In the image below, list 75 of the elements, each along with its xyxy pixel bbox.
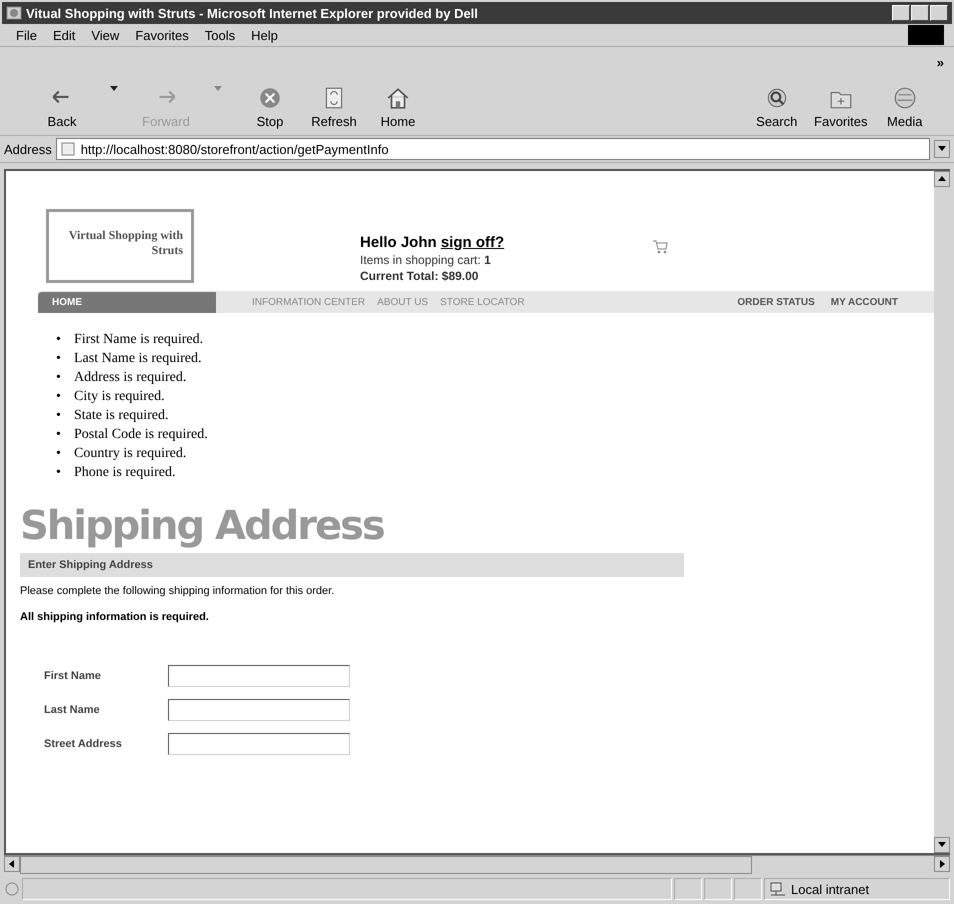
menu-item[interactable]: View xyxy=(85,26,126,44)
menu-item[interactable]: File xyxy=(10,26,43,44)
input-field[interactable] xyxy=(168,699,350,721)
minimize-button[interactable] xyxy=(892,5,910,21)
bullet: • xyxy=(56,445,62,463)
input-field[interactable] xyxy=(168,733,350,755)
menu-item[interactable]: Edit xyxy=(46,26,82,44)
menu-item[interactable]: Favorites xyxy=(129,26,195,44)
nav-link[interactable]: HOME xyxy=(38,292,216,312)
down-arrow-icon xyxy=(938,841,946,849)
window-title: Vitual Shopping with Struts - Microsoft Internet Explorer provided by Dell xyxy=(26,6,479,20)
bullet: • xyxy=(56,464,62,482)
error-message: Postal Code is required. xyxy=(74,426,208,444)
media-icon xyxy=(892,86,918,110)
section-header: Enter Shipping Address xyxy=(20,553,684,577)
maximize-button[interactable] xyxy=(911,5,929,21)
security-zone: Local intranet xyxy=(791,882,870,896)
cart-count: Items in shopping cart: 1 xyxy=(360,252,492,266)
refresh-button[interactable]: Refresh xyxy=(302,86,366,129)
error-message: City is required. xyxy=(74,388,165,406)
sign-off-link[interactable]: sign off? xyxy=(440,234,504,250)
address-label: Address xyxy=(4,142,52,156)
bullet: • xyxy=(56,350,62,368)
menu-item[interactable]: Tools xyxy=(198,26,242,44)
required-note: All shipping information is required. xyxy=(20,611,210,623)
error-message: Address is required. xyxy=(74,369,186,387)
bullet: • xyxy=(56,426,62,444)
current-total: Current Total: $89.00 xyxy=(360,268,480,282)
error-message: Phone is required. xyxy=(74,464,176,482)
browser-icon xyxy=(6,5,22,21)
input-field[interactable] xyxy=(168,665,350,687)
cart-icon[interactable] xyxy=(652,238,668,254)
network-icon xyxy=(769,881,787,897)
nav-link[interactable]: MY ACCOUNT xyxy=(824,292,904,312)
up-arrow-icon xyxy=(938,175,946,183)
horizontal-scrollbar[interactable] xyxy=(4,855,950,874)
bullet: • xyxy=(56,369,62,387)
bullet: • xyxy=(56,388,62,406)
back-button[interactable]: Back xyxy=(30,86,94,129)
page-icon xyxy=(60,142,75,156)
menu-item[interactable]: Help xyxy=(245,26,284,44)
bullet: • xyxy=(56,331,62,349)
home-icon xyxy=(385,86,411,110)
status-panel xyxy=(704,878,732,900)
field-label: First Name xyxy=(44,670,102,682)
search-button[interactable]: Search xyxy=(744,86,809,129)
vertical-scrollbar[interactable] xyxy=(934,171,950,853)
dropdown-button[interactable] xyxy=(934,140,950,158)
down-arrow-icon xyxy=(938,145,946,153)
windows-logo xyxy=(908,25,944,45)
caret-icon[interactable] xyxy=(110,86,118,90)
field-label: Street Address xyxy=(44,738,123,750)
instructions: Please complete the following shipping information for this order. xyxy=(20,585,336,597)
page-icon xyxy=(4,881,20,897)
toolbar-overflow[interactable]: » xyxy=(936,55,944,70)
nav-link[interactable]: ORDER STATUS xyxy=(731,292,821,312)
bullet: • xyxy=(56,407,62,425)
error-message: Country is required. xyxy=(74,445,186,463)
error-message: State is required. xyxy=(74,407,168,425)
address-field[interactable]: http://localhost:8080/storefront/action/getPaymentInfo xyxy=(56,138,930,160)
field-label: Last Name xyxy=(44,704,101,716)
stop-button[interactable]: Stop xyxy=(238,86,302,129)
greeting: Hello John sign off? xyxy=(360,234,504,250)
media-button[interactable]: Media xyxy=(872,86,937,129)
right-arrow-icon xyxy=(938,860,946,868)
page-heading: Shipping Address xyxy=(20,503,385,549)
favorites-button[interactable]: Favorites xyxy=(808,86,873,129)
error-message: First Name is required. xyxy=(74,331,204,349)
status-panel xyxy=(674,878,702,900)
logo: Virtual Shopping with Struts xyxy=(46,209,194,283)
close-button[interactable] xyxy=(930,5,948,21)
status-panel xyxy=(734,878,762,900)
home-button[interactable]: Home xyxy=(366,86,430,129)
error-message: Last Name is required. xyxy=(74,350,202,368)
left-arrow-icon xyxy=(8,860,16,868)
